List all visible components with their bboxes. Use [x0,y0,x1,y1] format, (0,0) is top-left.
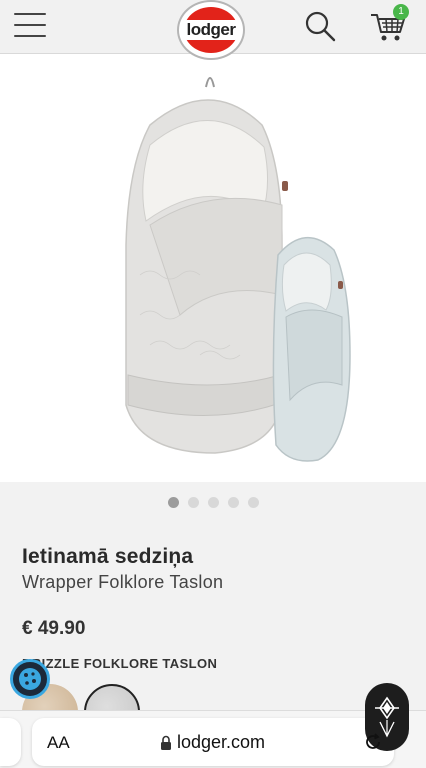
cookie-icon [19,668,41,690]
gallery-dot[interactable] [187,496,199,508]
menu-icon-line [14,35,46,37]
reload-icon [366,733,380,749]
gallery-dot[interactable] [227,496,239,508]
menu-icon-line [14,24,46,26]
product-price: € 49.90 [22,618,86,639]
product-image-gallery[interactable] [0,55,426,482]
product-title: Ietinamā sedziņa [22,545,194,568]
brand-logo[interactable]: lodger [177,0,245,60]
logo-text: lodger [183,20,239,40]
search-icon [305,11,336,42]
logo-badge: lodger [183,7,239,53]
reader-settings-button[interactable]: AA [47,733,70,753]
menu-icon-line [14,13,46,15]
browser-tab-edge[interactable] [0,718,21,766]
url-text: lodger.com [177,732,266,752]
url-display[interactable]: lodger.com [160,732,265,753]
gallery-pagination [0,482,426,522]
search-button[interactable] [302,8,338,44]
cart-count-badge: 1 [393,4,409,20]
cookie-settings-button[interactable] [10,659,50,699]
product-image [0,55,426,482]
gallery-dot[interactable] [167,496,179,508]
reload-button[interactable] [364,733,382,756]
menu-button[interactable] [14,12,46,38]
product-subtitle: Wrapper Folklore Taslon [22,572,224,592]
gallery-dot[interactable] [247,496,259,508]
lock-icon [161,735,171,750]
gallery-dot[interactable] [207,496,219,508]
variant-label: DRIZZLE FOLKLORE TASLON [22,656,218,671]
